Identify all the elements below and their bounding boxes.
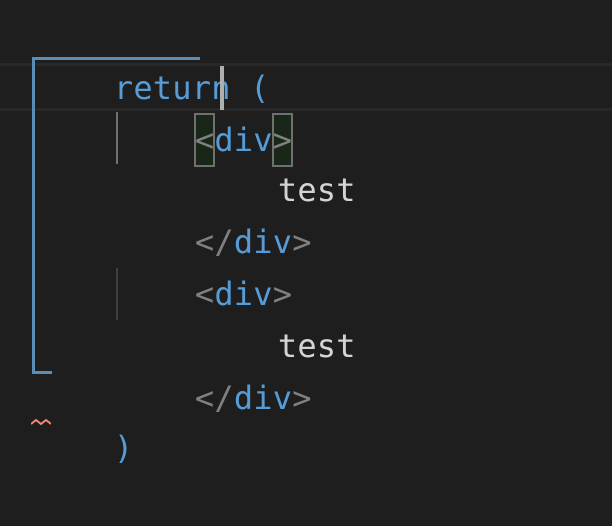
bracket-guide-vertical [32,57,35,374]
code-line-8: ) [36,370,133,467]
text-cursor [220,66,224,110]
error-squiggle-icon [31,418,51,426]
tag-open-bracket: </ [194,379,234,417]
close-paren: ) [113,429,134,467]
tag-close-bracket: > [292,223,312,261]
code-editor[interactable]: return ( <div> test </div> <div> test </… [0,0,612,467]
code-line-6: test [200,268,356,365]
code-line-3: test [200,112,356,209]
code-line-2: <div> [117,62,294,167]
tag-name: div [233,379,293,417]
code-line-1: return ( [36,10,270,107]
code-line-4: </div> [117,164,312,261]
code-line-7: </div> [117,320,312,417]
code-line-5: <div> [117,216,292,313]
tag-close-bracket: > [292,379,312,417]
